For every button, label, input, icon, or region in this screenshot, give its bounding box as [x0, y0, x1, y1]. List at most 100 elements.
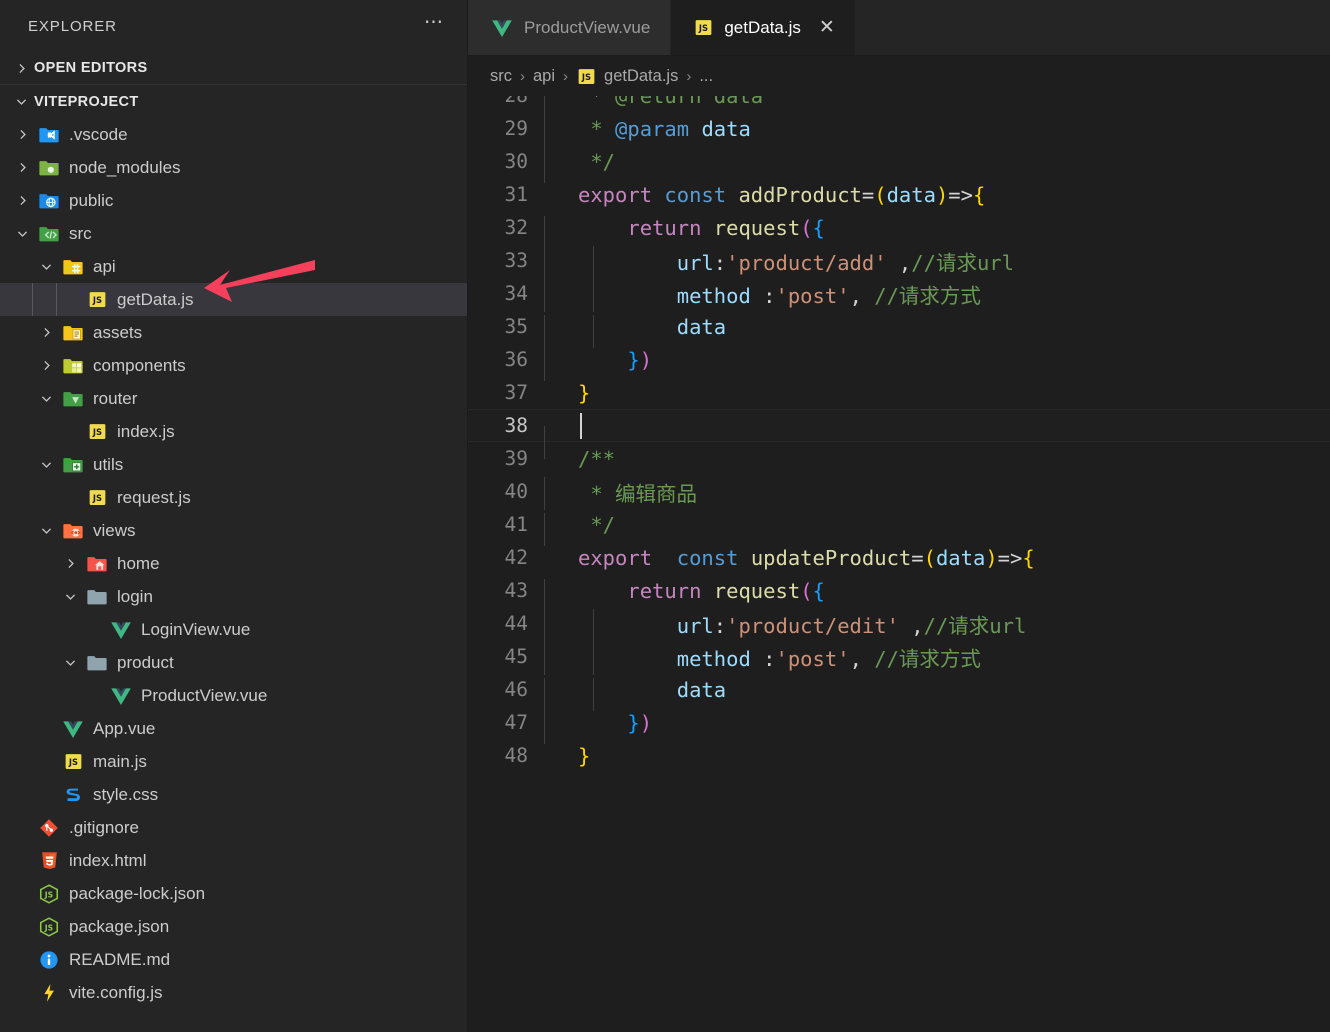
line-number: 34 — [504, 282, 528, 305]
git-file-icon — [34, 817, 64, 839]
breadcrumb-separator-icon: › — [520, 67, 525, 85]
line-number: 46 — [504, 678, 528, 701]
chevron-right-icon[interactable] — [58, 557, 82, 570]
line-number: 38 — [504, 414, 528, 437]
tree-item-product[interactable]: product — [0, 646, 467, 679]
chevron-down-icon[interactable] — [58, 656, 82, 669]
breadcrumb-item[interactable]: api — [533, 67, 555, 86]
tree-item-label: App.vue — [93, 718, 156, 738]
code-line: 34 method :'post', //请求方式 — [468, 277, 1330, 312]
code-token: const — [664, 182, 727, 207]
svg-text:JS: JS — [91, 493, 101, 503]
tree-item-productview-vue[interactable]: ProductView.vue — [0, 679, 467, 712]
tree-item-package-json[interactable]: JS package.json — [0, 910, 467, 943]
tree-item-loginview-vue[interactable]: LoginView.vue — [0, 613, 467, 646]
breadcrumb-item[interactable]: JS getData.js — [576, 66, 678, 87]
code-line: 44 url:'product/edit' ,//请求url — [468, 607, 1330, 642]
tree-item-label: style.css — [93, 784, 159, 804]
svg-text:JS: JS — [44, 890, 53, 899]
tree-item-api[interactable]: api — [0, 250, 467, 283]
section-viteproject-label: VITEPROJECT — [34, 93, 139, 110]
tree-item-label: vite.config.js — [69, 982, 163, 1002]
js-file-icon: JS — [58, 751, 88, 772]
tree-item-utils[interactable]: utils — [0, 448, 467, 481]
line-number: 31 — [504, 183, 528, 206]
section-viteproject[interactable]: VITEPROJECT — [0, 85, 467, 118]
code-editor[interactable]: 28 * @return data29 * @param data30 */31… — [468, 96, 1330, 1032]
chevron-down-icon[interactable] — [34, 524, 58, 537]
views-folder-icon — [58, 520, 88, 542]
ellipsis-icon[interactable]: ⋯ — [424, 13, 445, 34]
chevron-down-icon[interactable] — [34, 260, 58, 273]
breadcrumb-label: getData.js — [604, 66, 679, 85]
tree-item-package-lock-json[interactable]: JS package-lock.json — [0, 877, 467, 910]
chevron-right-icon[interactable] — [10, 161, 34, 174]
tree-item-node-modules[interactable]: node_modules — [0, 151, 467, 184]
tree-item-label: main.js — [93, 751, 147, 771]
line-number: 29 — [504, 117, 528, 140]
code-token: ) — [935, 182, 949, 207]
code-token: 'post' — [775, 283, 850, 308]
breadcrumb-item[interactable]: src — [490, 67, 512, 86]
code-token: url — [676, 613, 714, 638]
close-icon[interactable]: ✕ — [819, 18, 835, 37]
chevron-right-icon[interactable] — [34, 359, 58, 372]
code-line: 33 url:'product/add' ,//请求url — [468, 244, 1330, 279]
chevron-right-icon[interactable] — [34, 326, 58, 339]
tree-item-index-html[interactable]: index.html — [0, 844, 467, 877]
tree-item-getdata-js[interactable]: JS getData.js — [0, 283, 467, 316]
tree-item-router[interactable]: router — [0, 382, 467, 415]
code-text: */ — [544, 149, 616, 183]
code-token: * — [578, 116, 616, 141]
code-text: url:'product/edit' ,//请求url — [544, 608, 1026, 642]
code-token: : — [750, 283, 776, 308]
tree-item-views[interactable]: views — [0, 514, 467, 547]
line-number: 35 — [504, 315, 528, 338]
tab-label: ProductView.vue — [524, 17, 651, 37]
tree-item-vite-config-js[interactable]: vite.config.js — [0, 976, 467, 1009]
tree-item-readme-md[interactable]: README.md — [0, 943, 467, 976]
chevron-right-icon[interactable] — [10, 128, 34, 141]
line-number: 32 — [504, 216, 528, 239]
tree-item-public[interactable]: public — [0, 184, 467, 217]
code-token: { — [972, 182, 986, 207]
chevron-down-icon[interactable] — [34, 458, 58, 471]
editor-tab-getdata-js[interactable]: JS getData.js ✕ — [671, 0, 856, 55]
tree-item-assets[interactable]: assets — [0, 316, 467, 349]
tree-item-main-js[interactable]: JS main.js — [0, 745, 467, 778]
tree-item-request-js[interactable]: JS request.js — [0, 481, 467, 514]
chevron-right-icon[interactable] — [10, 194, 34, 207]
tree-item-components[interactable]: components — [0, 349, 467, 382]
code-token: request — [713, 578, 801, 603]
code-token: addProduct — [738, 182, 862, 207]
tree-item-label: views — [93, 520, 136, 540]
code-token: ( — [800, 215, 813, 240]
tree-item-label: package.json — [69, 916, 170, 936]
tree-item-style-css[interactable]: style.css — [0, 778, 467, 811]
code-text: method :'post', //请求方式 — [544, 641, 981, 675]
tree-item-index-js[interactable]: JS index.js — [0, 415, 467, 448]
code-indent-guide — [544, 608, 545, 642]
code-token: */ — [578, 149, 616, 174]
tree-item-login[interactable]: login — [0, 580, 467, 613]
vscode-folder-icon — [34, 124, 64, 146]
chevron-down-icon[interactable] — [10, 227, 34, 240]
chevron-down-icon[interactable] — [58, 590, 82, 603]
tree-item-vscode[interactable]: .vscode — [0, 118, 467, 151]
info-file-icon — [34, 949, 64, 971]
home-folder-icon — [82, 553, 112, 575]
tree-item-src[interactable]: src — [0, 217, 467, 250]
tree-item-app-vue[interactable]: App.vue — [0, 712, 467, 745]
line-number: 39 — [504, 447, 528, 470]
tree-item-home[interactable]: home — [0, 547, 467, 580]
tree-item-gitignore[interactable]: .gitignore — [0, 811, 467, 844]
editor-tab-productview-vue[interactable]: ProductView.vue — [468, 0, 672, 55]
section-open-editors[interactable]: OPEN EDITORS — [0, 52, 467, 85]
breadcrumb-item[interactable]: ... — [699, 67, 713, 86]
chevron-down-icon[interactable] — [34, 392, 58, 405]
code-text: * @return data — [544, 96, 763, 117]
code-token: updateProduct — [750, 545, 912, 570]
